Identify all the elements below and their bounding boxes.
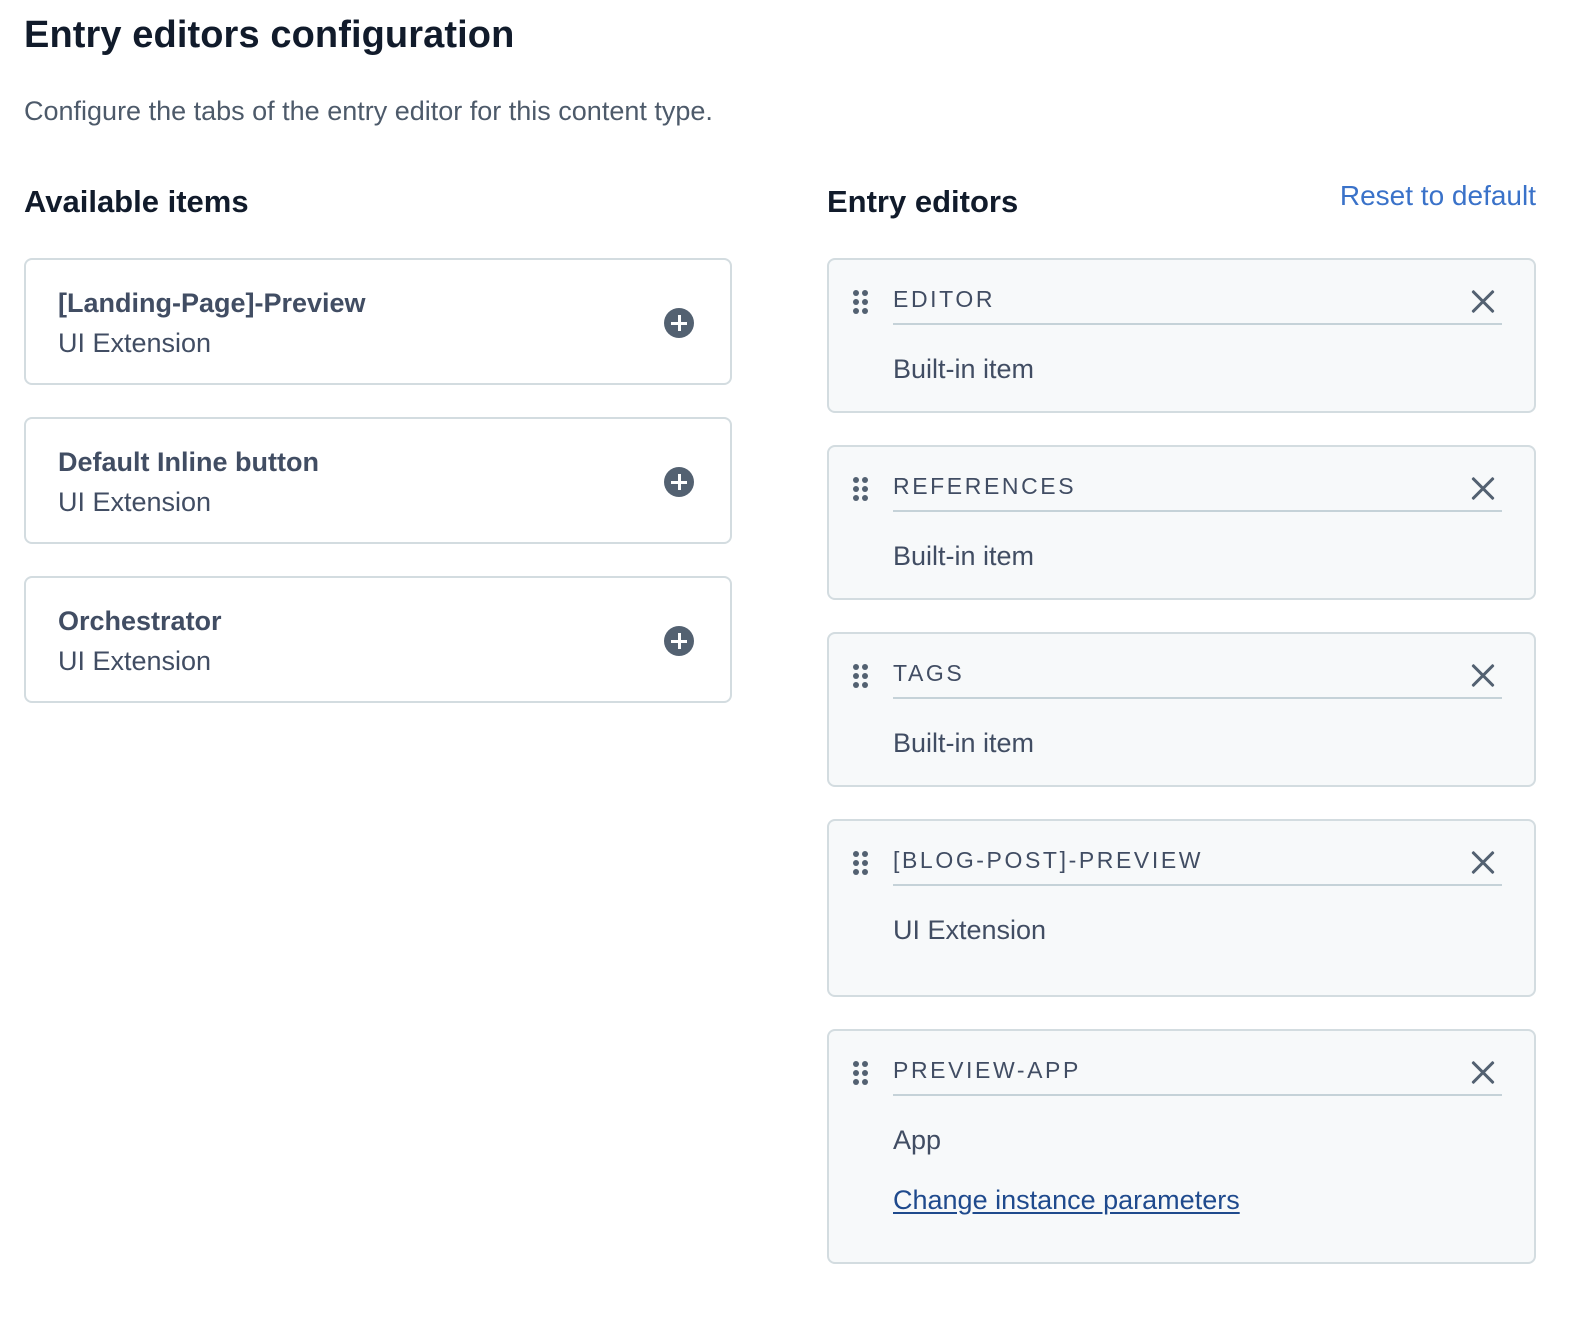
available-items-list: [Landing-Page]-Preview UI Extension Defa… — [24, 258, 732, 735]
entry-editor-item: TAGS Built-in item — [827, 632, 1536, 787]
divider — [893, 510, 1502, 512]
available-item: Orchestrator UI Extension — [24, 576, 732, 703]
close-icon[interactable] — [1470, 662, 1496, 688]
change-instance-parameters-link[interactable]: Change instance parameters — [893, 1185, 1240, 1216]
close-icon[interactable] — [1470, 1059, 1496, 1085]
available-item-name: Default Inline button — [58, 447, 319, 477]
available-item-name: Orchestrator — [58, 606, 222, 636]
plus-circle-icon[interactable] — [664, 467, 694, 497]
available-item: [Landing-Page]-Preview UI Extension — [24, 258, 732, 385]
page-description: Configure the tabs of the entry editor f… — [24, 96, 713, 126]
reset-to-default-link[interactable]: Reset to default — [1340, 180, 1536, 212]
plus-circle-icon[interactable] — [664, 308, 694, 338]
plus-circle-icon[interactable] — [664, 626, 694, 656]
entry-editor-name: PREVIEW-APP — [893, 1057, 1081, 1083]
entry-editor-type: UI Extension — [893, 915, 1047, 945]
entry-editor-type: Built-in item — [893, 541, 1035, 571]
entry-editor-item: [BLOG-POST]-PREVIEW UI Extension — [827, 819, 1536, 997]
entry-editor-type: Built-in item — [893, 354, 1035, 384]
available-item-type: UI Extension — [58, 487, 212, 517]
drag-handle-icon[interactable] — [853, 1061, 869, 1085]
entry-editor-type: App — [893, 1125, 942, 1155]
page-title: Entry editors configuration — [24, 14, 515, 56]
available-item-name: [Landing-Page]-Preview — [58, 288, 366, 318]
entry-editor-item: EDITOR Built-in item — [827, 258, 1536, 413]
entry-editor-name: TAGS — [893, 660, 965, 686]
drag-handle-icon[interactable] — [853, 664, 869, 688]
entry-editor-name: EDITOR — [893, 286, 996, 312]
close-icon[interactable] — [1470, 849, 1496, 875]
drag-handle-icon[interactable] — [853, 851, 869, 875]
divider — [893, 884, 1502, 886]
divider — [893, 697, 1502, 699]
drag-handle-icon[interactable] — [853, 477, 869, 501]
divider — [893, 1094, 1502, 1096]
entry-editors-configuration-page: Entry editors configuration Configure th… — [24, 0, 1536, 1322]
divider — [893, 323, 1502, 325]
entry-editor-name: [BLOG-POST]-PREVIEW — [893, 847, 1204, 873]
drag-handle-icon[interactable] — [853, 290, 869, 314]
close-icon[interactable] — [1470, 475, 1496, 501]
entry-editors-list: EDITOR Built-in item REFERENCES Built-in… — [827, 258, 1536, 1264]
entry-editor-name: REFERENCES — [893, 473, 1077, 499]
available-item-type: UI Extension — [58, 646, 212, 676]
entry-editor-item: PREVIEW-APP App Change instance paramete… — [827, 1029, 1536, 1264]
available-item-type: UI Extension — [58, 328, 212, 358]
entry-editors-heading: Entry editors — [827, 184, 1019, 219]
entry-editor-item: REFERENCES Built-in item — [827, 445, 1536, 600]
close-icon[interactable] — [1470, 288, 1496, 314]
entry-editor-type: Built-in item — [893, 728, 1035, 758]
available-items-heading: Available items — [24, 184, 249, 219]
available-item: Default Inline button UI Extension — [24, 417, 732, 544]
